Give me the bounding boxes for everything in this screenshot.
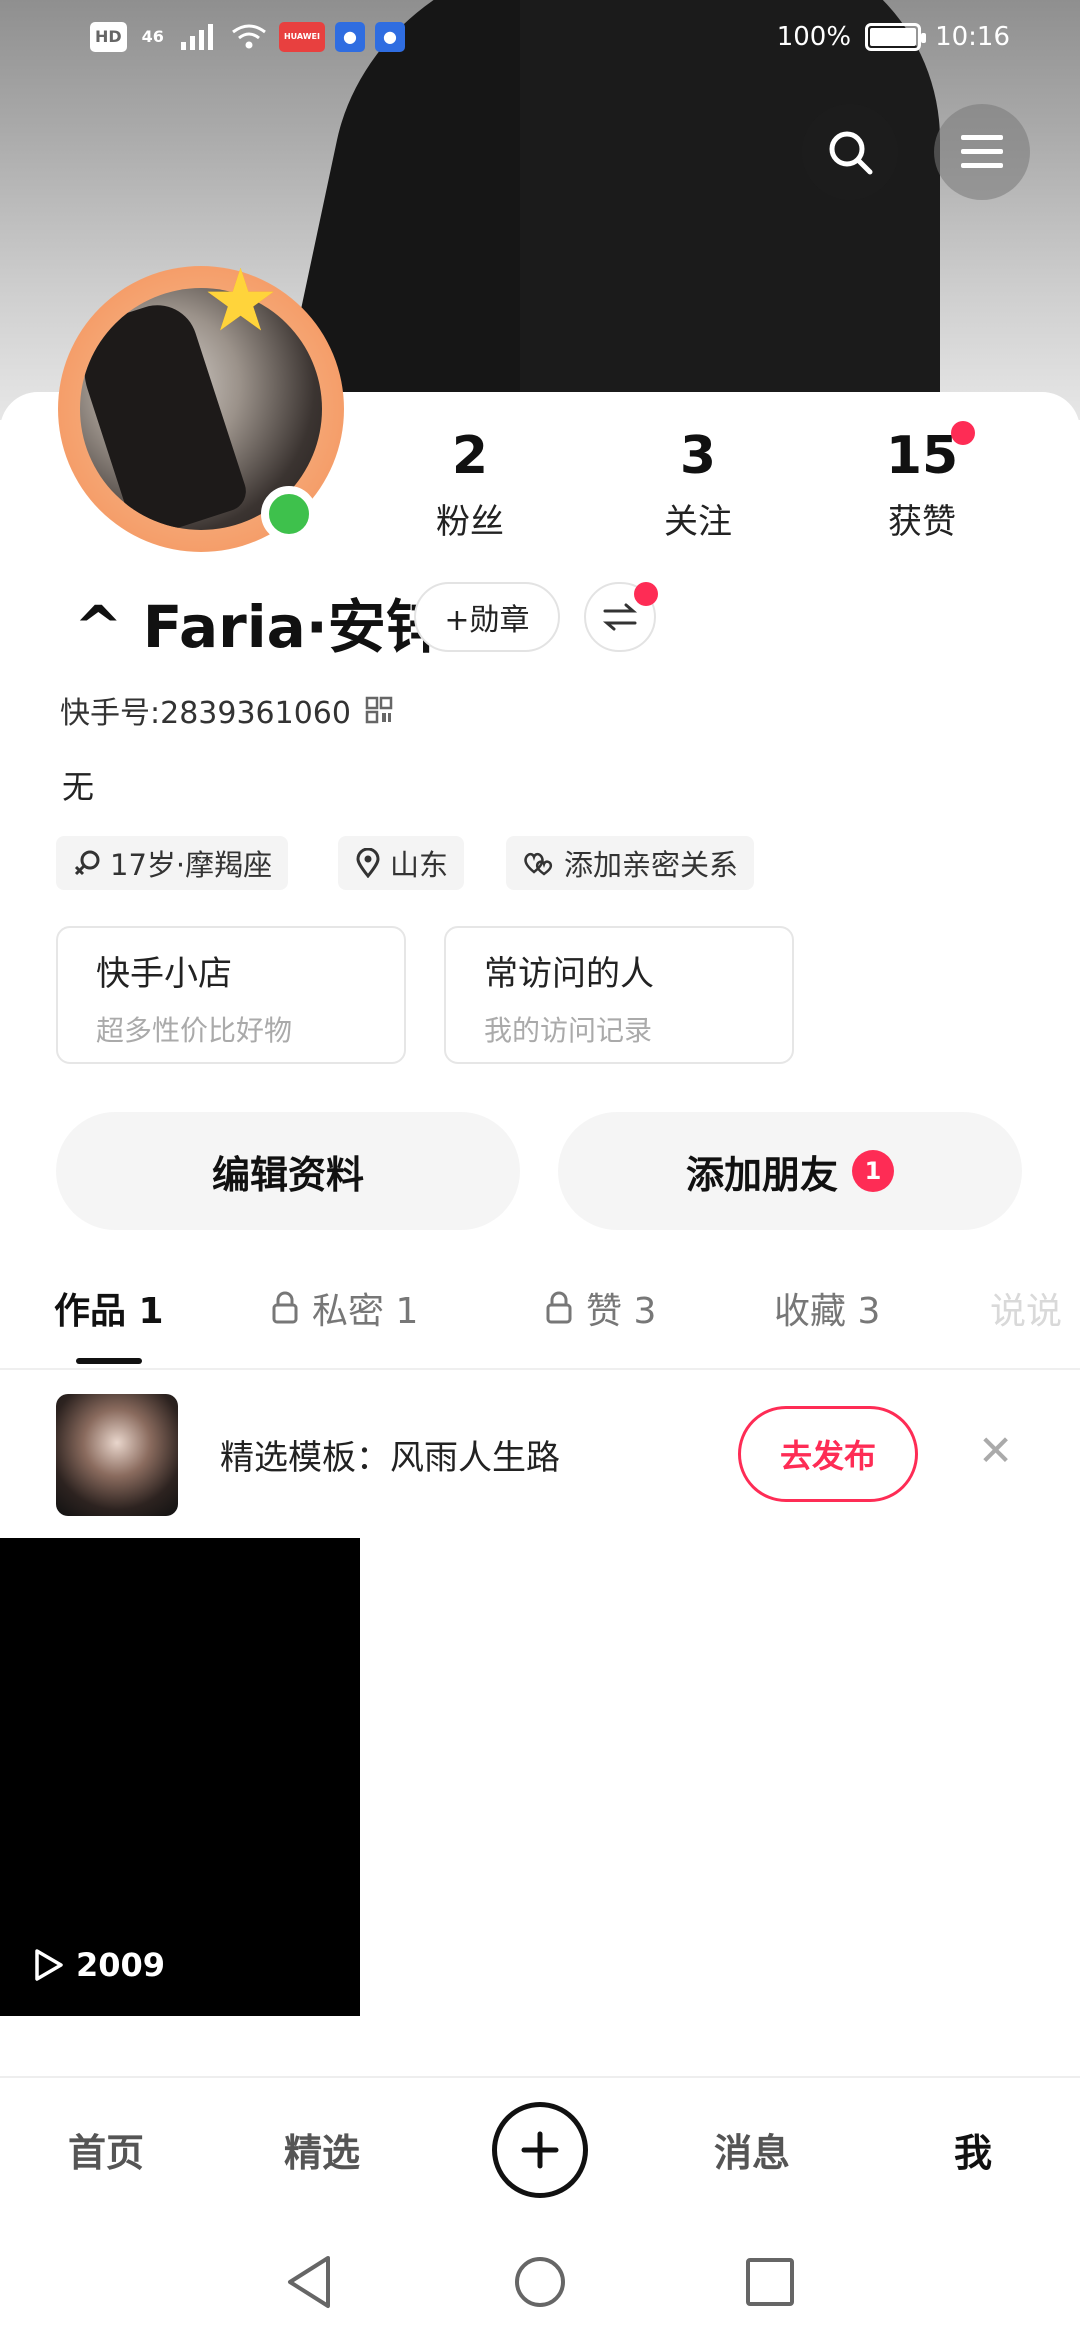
kuaishou-shop-card[interactable]: 快手小店 超多性价比好物 — [56, 926, 406, 1064]
play-count-text: 2009 — [76, 1946, 166, 1984]
bottom-nav: 首页 精选 消息 我 — [0, 2076, 1080, 2220]
template-text: 精选模板：风雨人生路 — [220, 1438, 560, 1478]
tab-works-label: 作品 1 — [54, 1291, 164, 1332]
tab-liked-label: 赞 3 — [586, 1291, 657, 1332]
template-banner: 精选模板：风雨人生路 去发布 ✕ — [0, 1370, 1080, 1538]
following-count: 3 — [679, 426, 717, 486]
profile-bio: 无 — [62, 768, 95, 806]
active-tab-indicator — [76, 1358, 142, 1364]
avatar[interactable]: ★ — [56, 258, 346, 558]
fans-label: 粉丝 — [436, 502, 504, 542]
close-icon[interactable]: ✕ — [978, 1426, 1013, 1475]
stat-likes[interactable]: 15 获赞 — [842, 428, 1002, 543]
likes-label: 获赞 — [888, 502, 956, 542]
battery-percent: 100% — [776, 22, 852, 52]
switch-notification-dot — [634, 582, 658, 606]
stat-following[interactable]: 3 关注 — [618, 428, 778, 543]
likes-notification-dot — [951, 421, 975, 445]
visitors-title: 常访问的人 — [484, 954, 654, 994]
create-button[interactable] — [492, 2102, 588, 2198]
status-bar: HD 46 HUAWEI ● ● 100% 10:16 — [0, 20, 1080, 64]
tab-private-label: 私密 1 — [312, 1291, 419, 1332]
recent-apps-icon[interactable] — [744, 2256, 796, 2308]
swap-arrows-icon — [602, 603, 638, 631]
menu-button[interactable] — [934, 104, 1030, 200]
lock-icon — [546, 1291, 572, 1324]
age-tag[interactable]: 17岁·摩羯座 — [56, 836, 289, 890]
lock-icon — [272, 1291, 298, 1324]
tab-moments[interactable]: 说说 — [990, 1282, 1062, 1334]
star-decoration-icon: ★ — [202, 251, 280, 351]
plus-icon — [521, 2131, 559, 2169]
location-tag[interactable]: 山东 — [338, 836, 465, 890]
shop-title: 快手小店 — [96, 954, 232, 994]
status-right: 100% 10:16 — [777, 22, 1010, 52]
edit-profile-label: 编辑资料 — [211, 1152, 364, 1197]
baidu-app-icon-2: ● — [374, 22, 405, 52]
huawei-app-icon: HUAWEI — [278, 22, 325, 52]
hamburger-menu-icon — [961, 135, 1003, 168]
online-status-dot — [261, 486, 317, 542]
visitors-subtitle: 我的访问记录 — [484, 1014, 653, 1047]
profile-name: ^ Faria·安锌 — [74, 593, 444, 661]
network-badge: 46 — [141, 27, 164, 46]
play-count: 2009 — [32, 1946, 165, 1984]
medal-button[interactable]: +勋章 — [414, 582, 560, 652]
shop-subtitle: 超多性价比好物 — [96, 1014, 293, 1047]
edit-profile-button[interactable]: 编辑资料 — [56, 1112, 520, 1230]
status-left: HD 46 HUAWEI ● ● — [90, 22, 405, 52]
nav-messages[interactable]: 消息 — [714, 2122, 790, 2177]
following-label: 关注 — [664, 502, 732, 542]
likes-count: 15 — [885, 426, 959, 486]
kuaishou-id-text: 快手号:2839361060 — [60, 696, 351, 731]
location-pin-icon — [356, 848, 380, 878]
add-friends-badge: 1 — [852, 1150, 894, 1192]
hd-badge: HD — [90, 22, 127, 52]
wifi-icon — [232, 24, 266, 49]
play-icon — [35, 1949, 63, 1981]
stat-fans[interactable]: 2 粉丝 — [390, 428, 550, 543]
add-friends-label: 添加朋友 — [685, 1152, 838, 1197]
relationship-tag-text: 添加亲密关系 — [564, 848, 739, 882]
fans-count: 2 — [451, 426, 489, 486]
nav-me[interactable]: 我 — [954, 2122, 992, 2177]
home-icon[interactable] — [512, 2254, 568, 2310]
gender-icon — [74, 850, 100, 876]
nav-home[interactable]: 首页 — [68, 2122, 144, 2177]
system-navigation-bar — [0, 2220, 1080, 2340]
add-friends-button[interactable]: 添加朋友 1 — [558, 1112, 1022, 1230]
signal-icon — [180, 24, 213, 50]
search-icon — [829, 131, 873, 175]
age-tag-text: 17岁·摩羯座 — [110, 848, 273, 882]
clock: 10:16 — [935, 22, 1010, 52]
tab-liked[interactable]: 赞 3 — [544, 1282, 656, 1334]
frequent-visitors-card[interactable]: 常访问的人 我的访问记录 — [444, 926, 794, 1064]
tab-moments-label: 说说 — [990, 1291, 1063, 1332]
hearts-icon — [524, 852, 553, 876]
relationship-tag[interactable]: 添加亲密关系 — [506, 836, 755, 890]
back-icon[interactable] — [284, 2254, 334, 2310]
tab-favorites[interactable]: 收藏 3 — [774, 1282, 880, 1334]
publish-button[interactable]: 去发布 — [738, 1406, 918, 1502]
tab-favorites-label: 收藏 3 — [774, 1291, 881, 1332]
qr-code-icon[interactable] — [365, 696, 393, 724]
baidu-app-icon: ● — [334, 22, 365, 52]
tab-works[interactable]: 作品 1 — [54, 1282, 164, 1334]
search-button[interactable] — [802, 104, 898, 200]
tab-private[interactable]: 私密 1 — [270, 1282, 418, 1334]
kuaishou-id[interactable]: 快手号:2839361060 — [60, 688, 393, 732]
profile-tabs: 作品 1 私密 1 赞 3 收藏 3 说说 — [0, 1262, 1080, 1372]
battery-icon — [865, 23, 927, 51]
template-thumbnail[interactable] — [56, 1394, 178, 1516]
nav-featured[interactable]: 精选 — [284, 2122, 360, 2177]
location-tag-text: 山东 — [390, 848, 449, 882]
video-thumbnail[interactable]: 2009 — [0, 1538, 360, 2016]
